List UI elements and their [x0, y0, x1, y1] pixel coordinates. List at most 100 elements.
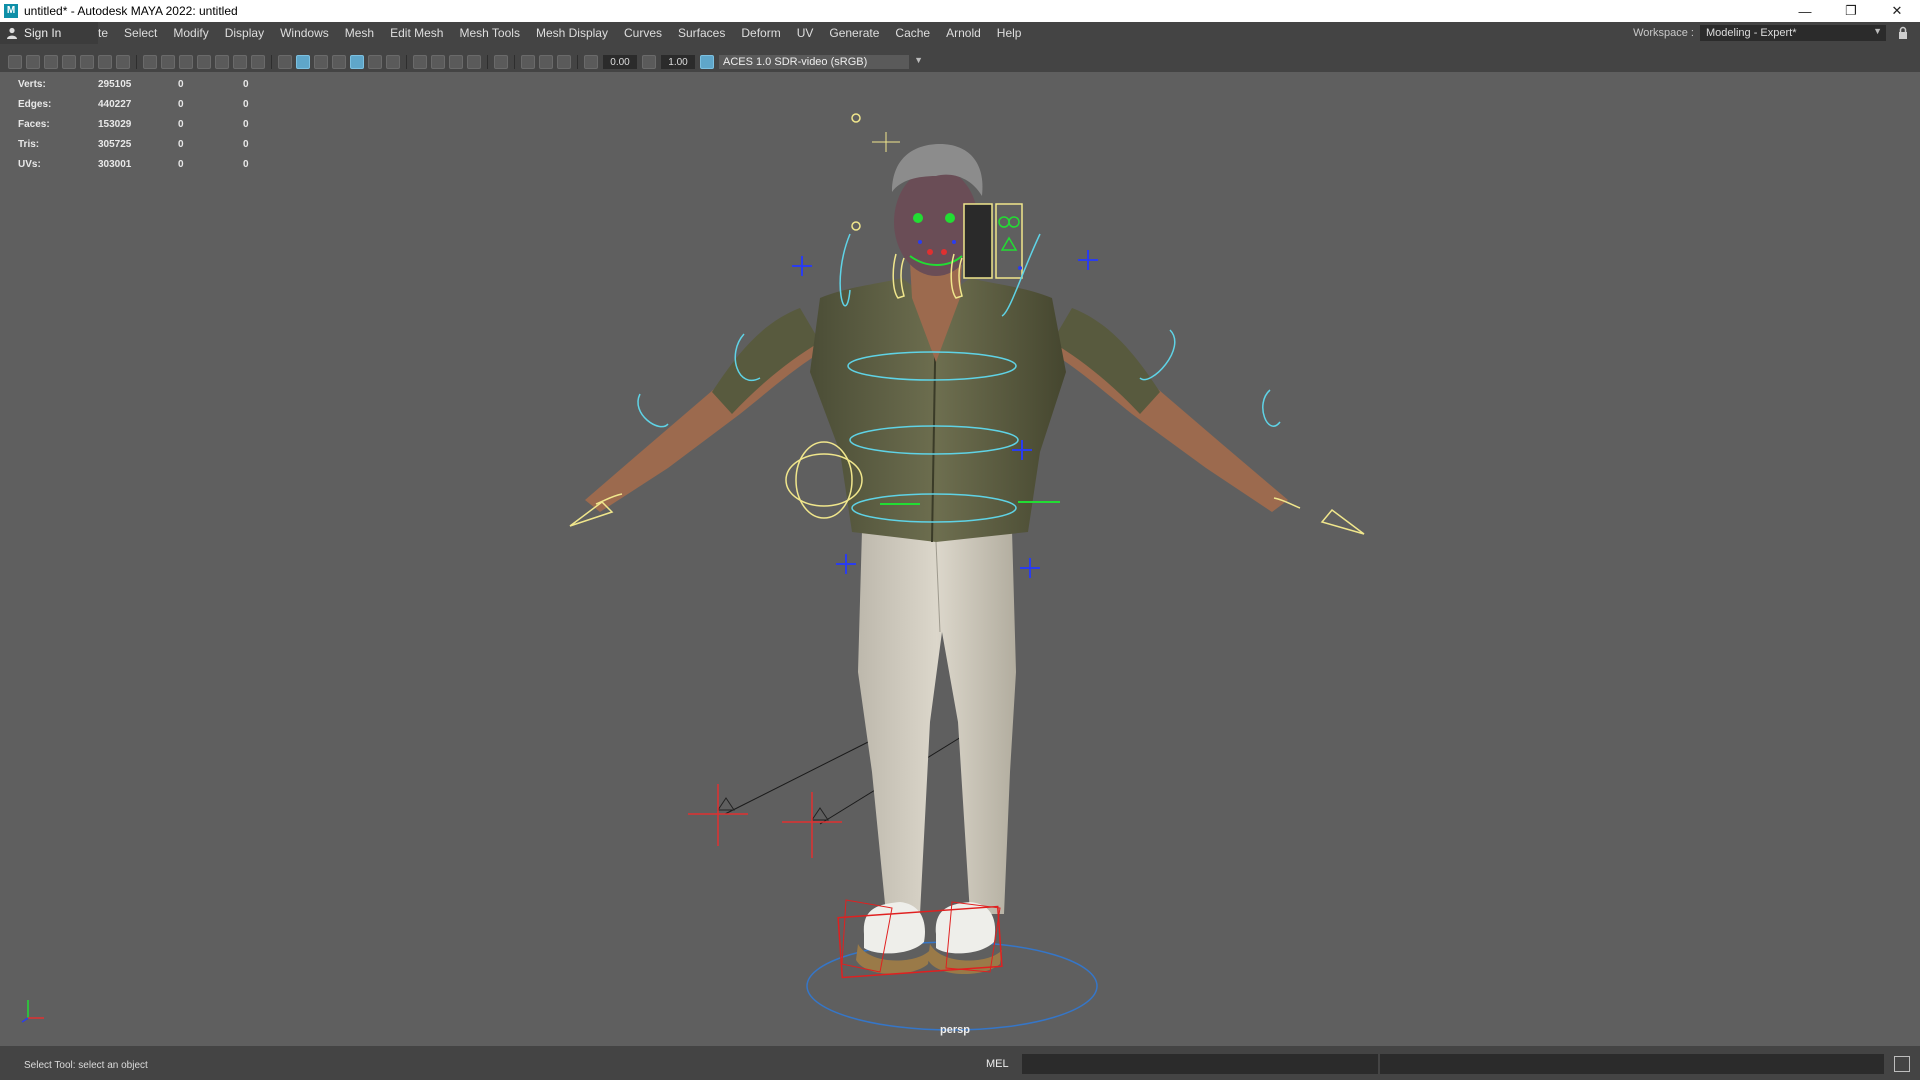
menu-help[interactable]: Help	[989, 26, 1030, 40]
menu-item-truncated[interactable]: te	[98, 26, 116, 40]
field-chart-icon[interactable]	[215, 55, 229, 69]
color-space-value: ACES 1.0 SDR-video (sRGB)	[723, 56, 868, 68]
command-result-field	[1380, 1054, 1884, 1074]
menu-mesh[interactable]: Mesh	[337, 26, 382, 40]
facial-control-board[interactable]	[963, 203, 1023, 279]
toolbar-separator	[406, 55, 407, 69]
workspace-value: Modeling - Expert*	[1706, 27, 1797, 39]
film-gate-icon[interactable]	[161, 55, 175, 69]
anti-aliasing-icon[interactable]	[449, 55, 463, 69]
menu-cache[interactable]: Cache	[887, 26, 938, 40]
sign-in-label: Sign In	[24, 26, 62, 40]
menu-surfaces[interactable]: Surfaces	[670, 26, 733, 40]
default-material-icon[interactable]	[314, 55, 328, 69]
close-button[interactable]: ✕	[1874, 0, 1920, 22]
menu-arnold[interactable]: Arnold	[938, 26, 989, 40]
bookmark-icon[interactable]	[62, 55, 76, 69]
shadows-icon[interactable]	[386, 55, 400, 69]
workspace-area: Workspace : Modeling - Expert* ▼	[1633, 22, 1908, 44]
toolbar-separator	[271, 55, 272, 69]
camera-name-label: persp	[940, 1024, 970, 1036]
smooth-shade-icon[interactable]	[296, 55, 310, 69]
workspace-select[interactable]: Modeling - Expert* ▼	[1700, 25, 1886, 41]
wireframe-icon[interactable]	[278, 55, 292, 69]
menu-select[interactable]: Select	[116, 26, 165, 40]
gamma-field[interactable]: 1.00	[661, 55, 695, 69]
minimize-icon: —	[1798, 3, 1812, 19]
use-all-lights-icon[interactable]	[368, 55, 382, 69]
help-line-message: Select Tool: select an object	[24, 1060, 148, 1071]
camera-attributes-icon[interactable]	[44, 55, 58, 69]
2d-pan-zoom-icon[interactable]	[98, 55, 112, 69]
safe-title-icon[interactable]	[251, 55, 265, 69]
color-space-select[interactable]: ACES 1.0 SDR-video (sRGB) ▼	[719, 55, 923, 69]
safe-action-icon[interactable]	[233, 55, 247, 69]
hud-row-faces: Faces: 153029 0 0	[18, 118, 249, 130]
screen-space-ao-icon[interactable]	[413, 55, 427, 69]
menu-mesh-tools[interactable]: Mesh Tools	[451, 26, 527, 40]
image-plane-icon[interactable]	[80, 55, 94, 69]
hud-row-verts: Verts: 295105 0 0	[18, 78, 249, 90]
menu-generate[interactable]: Generate	[821, 26, 887, 40]
title-bar: M untitled* - Autodesk MAYA 2022: untitl…	[0, 0, 1920, 22]
root-control-circle[interactable]	[806, 941, 1098, 1031]
exposure-icon[interactable]	[584, 55, 598, 69]
status-bar: Select Tool: select an object MEL	[0, 1046, 1920, 1080]
xray-active-components-icon[interactable]	[539, 55, 553, 69]
exposure-field[interactable]: 0.00	[603, 55, 637, 69]
sign-in-button[interactable]: Sign In	[0, 22, 98, 44]
menu-windows[interactable]: Windows	[272, 26, 337, 40]
menu-mesh-display[interactable]: Mesh Display	[528, 26, 616, 40]
scene-canvas[interactable]	[0, 72, 1920, 1046]
menu-curves[interactable]: Curves	[616, 26, 670, 40]
close-icon: ✕	[1891, 3, 1903, 18]
main-menu-bar: Sign In te Select Modify Display Windows…	[0, 22, 1920, 44]
restore-icon: ❐	[1845, 3, 1857, 18]
lock-icon[interactable]	[1898, 26, 1908, 40]
menu-deform[interactable]: Deform	[733, 26, 788, 40]
chevron-down-icon: ▼	[914, 55, 923, 65]
hud-row-edges: Edges: 440227 0 0	[18, 98, 249, 110]
toolbar-separator	[514, 55, 515, 69]
wireframe-on-shaded-icon[interactable]	[332, 55, 346, 69]
gate-mask-icon[interactable]	[197, 55, 211, 69]
menu-modify[interactable]: Modify	[165, 26, 216, 40]
toolbar-separator	[136, 55, 137, 69]
motion-blur-icon[interactable]	[431, 55, 445, 69]
character-pants[interactable]	[858, 530, 1016, 914]
restore-button[interactable]: ❐	[1828, 0, 1874, 22]
lock-camera-icon[interactable]	[26, 55, 40, 69]
user-icon	[7, 27, 17, 39]
menu-uv[interactable]: UV	[789, 26, 822, 40]
gamma-icon[interactable]	[642, 55, 656, 69]
xray-icon[interactable]	[521, 55, 535, 69]
maya-app-icon: M	[4, 4, 18, 18]
minimize-button[interactable]: —	[1782, 0, 1828, 22]
color-management-icon[interactable]	[700, 55, 714, 69]
grid-icon[interactable]	[143, 55, 157, 69]
3d-viewport[interactable]: Verts: 295105 0 0 Edges: 440227 0 0 Face…	[0, 72, 1920, 1046]
script-editor-icon[interactable]	[1894, 1056, 1910, 1072]
view-axis-icon	[21, 1000, 44, 1023]
grease-pencil-icon[interactable]	[116, 55, 130, 69]
chevron-down-icon: ▼	[1873, 26, 1882, 36]
window-controls: — ❐ ✕	[1782, 0, 1920, 22]
window-title: untitled* - Autodesk MAYA 2022: untitled	[24, 4, 238, 18]
select-camera-icon[interactable]	[8, 55, 22, 69]
viewport-toolbar: 0.00 1.00 ACES 1.0 SDR-video (sRGB) ▼	[0, 52, 1920, 72]
character-shoes[interactable]	[837, 899, 1003, 979]
head-locator[interactable]	[872, 132, 900, 152]
command-language-toggle[interactable]: MEL	[986, 1058, 1009, 1070]
poly-count-hud: Verts: 295105 0 0 Edges: 440227 0 0 Face…	[18, 74, 273, 174]
menu-display[interactable]: Display	[217, 26, 272, 40]
toolbar-separator	[487, 55, 488, 69]
toolbar-separator	[577, 55, 578, 69]
menu-edit-mesh[interactable]: Edit Mesh	[382, 26, 451, 40]
textured-icon[interactable]	[350, 55, 364, 69]
command-line-input[interactable]	[1022, 1054, 1378, 1074]
resolution-gate-icon[interactable]	[179, 55, 193, 69]
isolate-select-icon[interactable]	[494, 55, 508, 69]
workspace-label: Workspace :	[1633, 27, 1694, 39]
depth-of-field-icon[interactable]	[467, 55, 481, 69]
xray-joints-icon[interactable]	[557, 55, 571, 69]
